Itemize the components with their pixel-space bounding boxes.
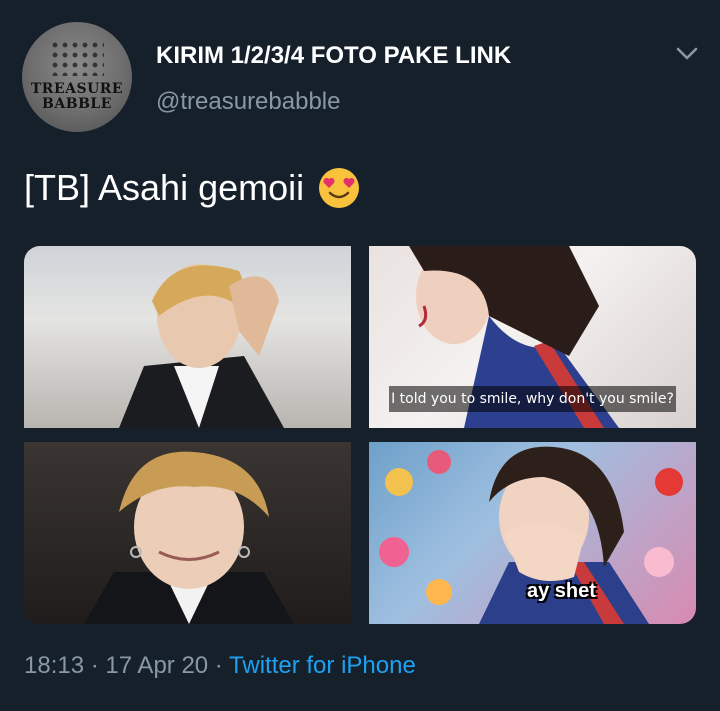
tweet-text: [TB] Asahi gemoii [24, 165, 362, 211]
tweet-time[interactable]: 18:13 [24, 652, 84, 679]
media-grid: I told you to smile, why don't you smile… [24, 246, 696, 624]
photo-1-art [119, 264, 284, 428]
avatar-dot-pattern [50, 40, 104, 76]
photo-4[interactable]: ay shet [369, 442, 696, 624]
tweet-source-link[interactable]: Twitter for iPhone [229, 652, 416, 679]
tweet-text-content: [TB] Asahi gemoii [24, 167, 305, 208]
author-display-name[interactable]: KIRIM 1/2/3/4 FOTO PAKE LINK [156, 42, 511, 70]
meta-separator: · [208, 652, 230, 679]
heart-eyes-emoji-icon [319, 168, 360, 208]
photo-2[interactable]: I told you to smile, why don't you smile… [369, 246, 696, 428]
author-avatar[interactable]: TREASURE BABBLE [22, 22, 132, 132]
meta-separator: · [84, 652, 106, 679]
avatar-logo-line1: TREASURE [30, 81, 124, 97]
photo-3-art [84, 451, 294, 624]
photo-2-caption: I told you to smile, why don't you smile… [389, 386, 676, 412]
photo-1[interactable] [24, 246, 351, 428]
tweet-date[interactable]: 17 Apr 20 [105, 652, 208, 679]
avatar-logo: TREASURE BABBLE [22, 82, 132, 112]
chevron-down-icon[interactable] [674, 44, 700, 64]
avatar-logo-line2: BABBLE [42, 96, 112, 112]
tweet-meta: 18:13 · 17 Apr 20 · Twitter for iPhone [24, 652, 416, 680]
photo-4-caption: ay shet [527, 580, 596, 602]
author-handle[interactable]: @treasurebabble [156, 88, 340, 116]
photo-3[interactable] [24, 442, 351, 624]
